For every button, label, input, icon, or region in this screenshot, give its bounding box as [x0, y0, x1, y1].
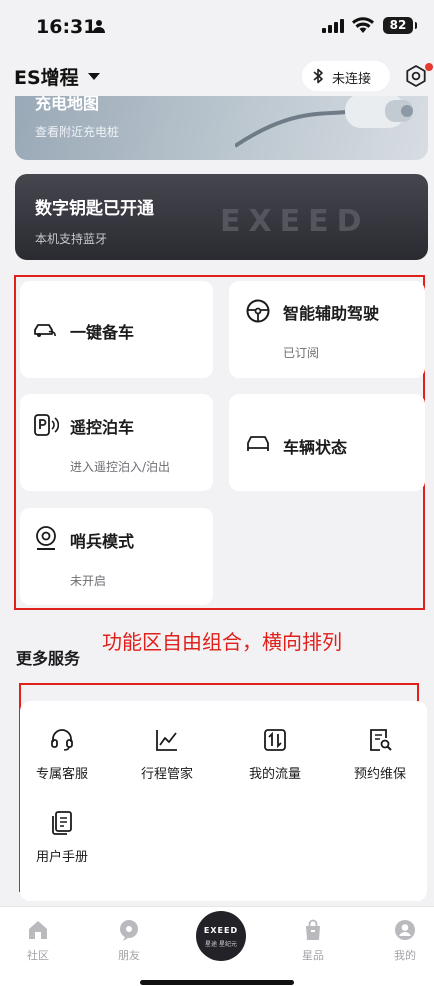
battery-indicator: 82 [383, 17, 417, 34]
exeed-logo-watermark: EXEED [220, 207, 420, 235]
annotation-note: 功能区自由组合，横向排列 [102, 630, 342, 654]
data-transfer-icon [262, 727, 288, 753]
remote-parking-label: 遥控泊车 [70, 418, 135, 437]
tab-friends[interactable]: 朋友 [99, 919, 159, 963]
smart-assist-status: 已订阅 [283, 346, 320, 360]
service-label: 用户手册 [35, 850, 88, 865]
tab-label: 朋友 [118, 949, 140, 962]
chat-icon [120, 920, 138, 941]
vehicle-selector[interactable]: ES增程 [14, 63, 79, 90]
center-sub-text: 星途 星纪元 [205, 941, 237, 948]
vehicle-status-label: 车辆状态 [283, 438, 348, 457]
clock: 16:31 [36, 16, 97, 38]
vehicle-status-card[interactable]: 车辆状态 [229, 394, 425, 491]
notification-dot [425, 63, 433, 71]
bluetooth-icon [312, 68, 324, 84]
one-key-prep-card[interactable]: 一键备车 [20, 281, 213, 378]
tab-community[interactable]: 社区 [8, 919, 68, 963]
digital-key-card[interactable]: 数字钥匙已开通 本机支持蓝牙 EXEED [15, 174, 428, 260]
service-customer-support[interactable]: 专属客服 [17, 727, 107, 782]
cellular-signal-icon [322, 19, 344, 33]
profile-icon [395, 920, 415, 940]
brand-logo-icon[interactable]: EXEED 星途 星纪元 [196, 911, 246, 961]
smart-assist-label: 智能辅助驾驶 [283, 304, 380, 323]
car-remote-icon [32, 319, 58, 341]
charge-map-card[interactable]: 充电地图 查看附近充电桩 [15, 96, 428, 160]
service-label: 我的流量 [248, 767, 301, 782]
watermark-text: EXEED [220, 207, 370, 235]
shopping-bag-icon [306, 919, 320, 940]
wifi-icon [352, 17, 374, 34]
digital-key-title: 数字钥匙已开通 [35, 199, 154, 219]
remote-parking-status: 进入遥控泊入/泊出 [70, 460, 171, 474]
tab-label: 星品 [302, 949, 324, 962]
maintenance-icon [367, 727, 393, 753]
service-maintenance[interactable]: 预约维保 [335, 727, 425, 782]
trend-chart-icon [154, 727, 180, 753]
service-my-data[interactable]: 我的流量 [230, 727, 320, 782]
top-header: ES增程 未连接 [0, 58, 434, 94]
smart-assist-card[interactable]: 智能辅助驾驶 已订阅 [229, 281, 425, 378]
chevron-down-icon[interactable] [88, 73, 100, 80]
sentry-mode-status: 未开启 [70, 574, 107, 588]
service-label: 专属客服 [35, 767, 88, 782]
parking-remote-icon [33, 412, 59, 438]
bluetooth-status-label: 未连接 [332, 72, 372, 87]
remote-parking-card[interactable]: 遥控泊车 进入遥控泊入/泊出 [20, 394, 213, 491]
more-services-title: 更多服务 [16, 649, 81, 668]
camera-icon [33, 525, 59, 551]
car-icon [245, 432, 271, 454]
charge-map-title: 充电地图 [35, 96, 100, 113]
sentry-mode-card[interactable]: 哨兵模式 未开启 [20, 508, 213, 605]
services-panel: 专属客服 行程管家 我的流量 预约维保 用户手册 [20, 701, 427, 901]
tab-profile[interactable]: 我的 [375, 919, 434, 963]
charge-map-subtitle: 查看附近充电桩 [35, 125, 120, 139]
charging-plug-image [235, 96, 425, 160]
status-bar: 16:31 82 [0, 0, 434, 52]
person-icon [92, 19, 106, 33]
steering-wheel-icon [245, 298, 271, 324]
home-icon [29, 921, 47, 939]
manual-icon [49, 810, 75, 836]
service-trip-manager[interactable]: 行程管家 [122, 727, 212, 782]
tab-label: 我的 [394, 949, 416, 962]
sentry-mode-label: 哨兵模式 [70, 532, 135, 551]
tab-label: 社区 [27, 949, 49, 962]
home-indicator [140, 980, 294, 985]
service-label: 行程管家 [140, 767, 193, 782]
service-user-manual[interactable]: 用户手册 [17, 810, 107, 865]
one-key-prep-label: 一键备车 [70, 323, 135, 342]
headset-icon [49, 727, 75, 753]
service-label: 预约维保 [353, 767, 406, 782]
tab-products[interactable]: 星品 [283, 919, 343, 963]
digital-key-subtitle: 本机支持蓝牙 [35, 232, 108, 246]
bottom-tab-bar: 社区 朋友 EXEED 星途 星纪元 星品 我的 [0, 906, 434, 986]
bluetooth-status-button[interactable]: 未连接 [302, 61, 390, 91]
center-logo-text: EXEED [203, 926, 239, 935]
